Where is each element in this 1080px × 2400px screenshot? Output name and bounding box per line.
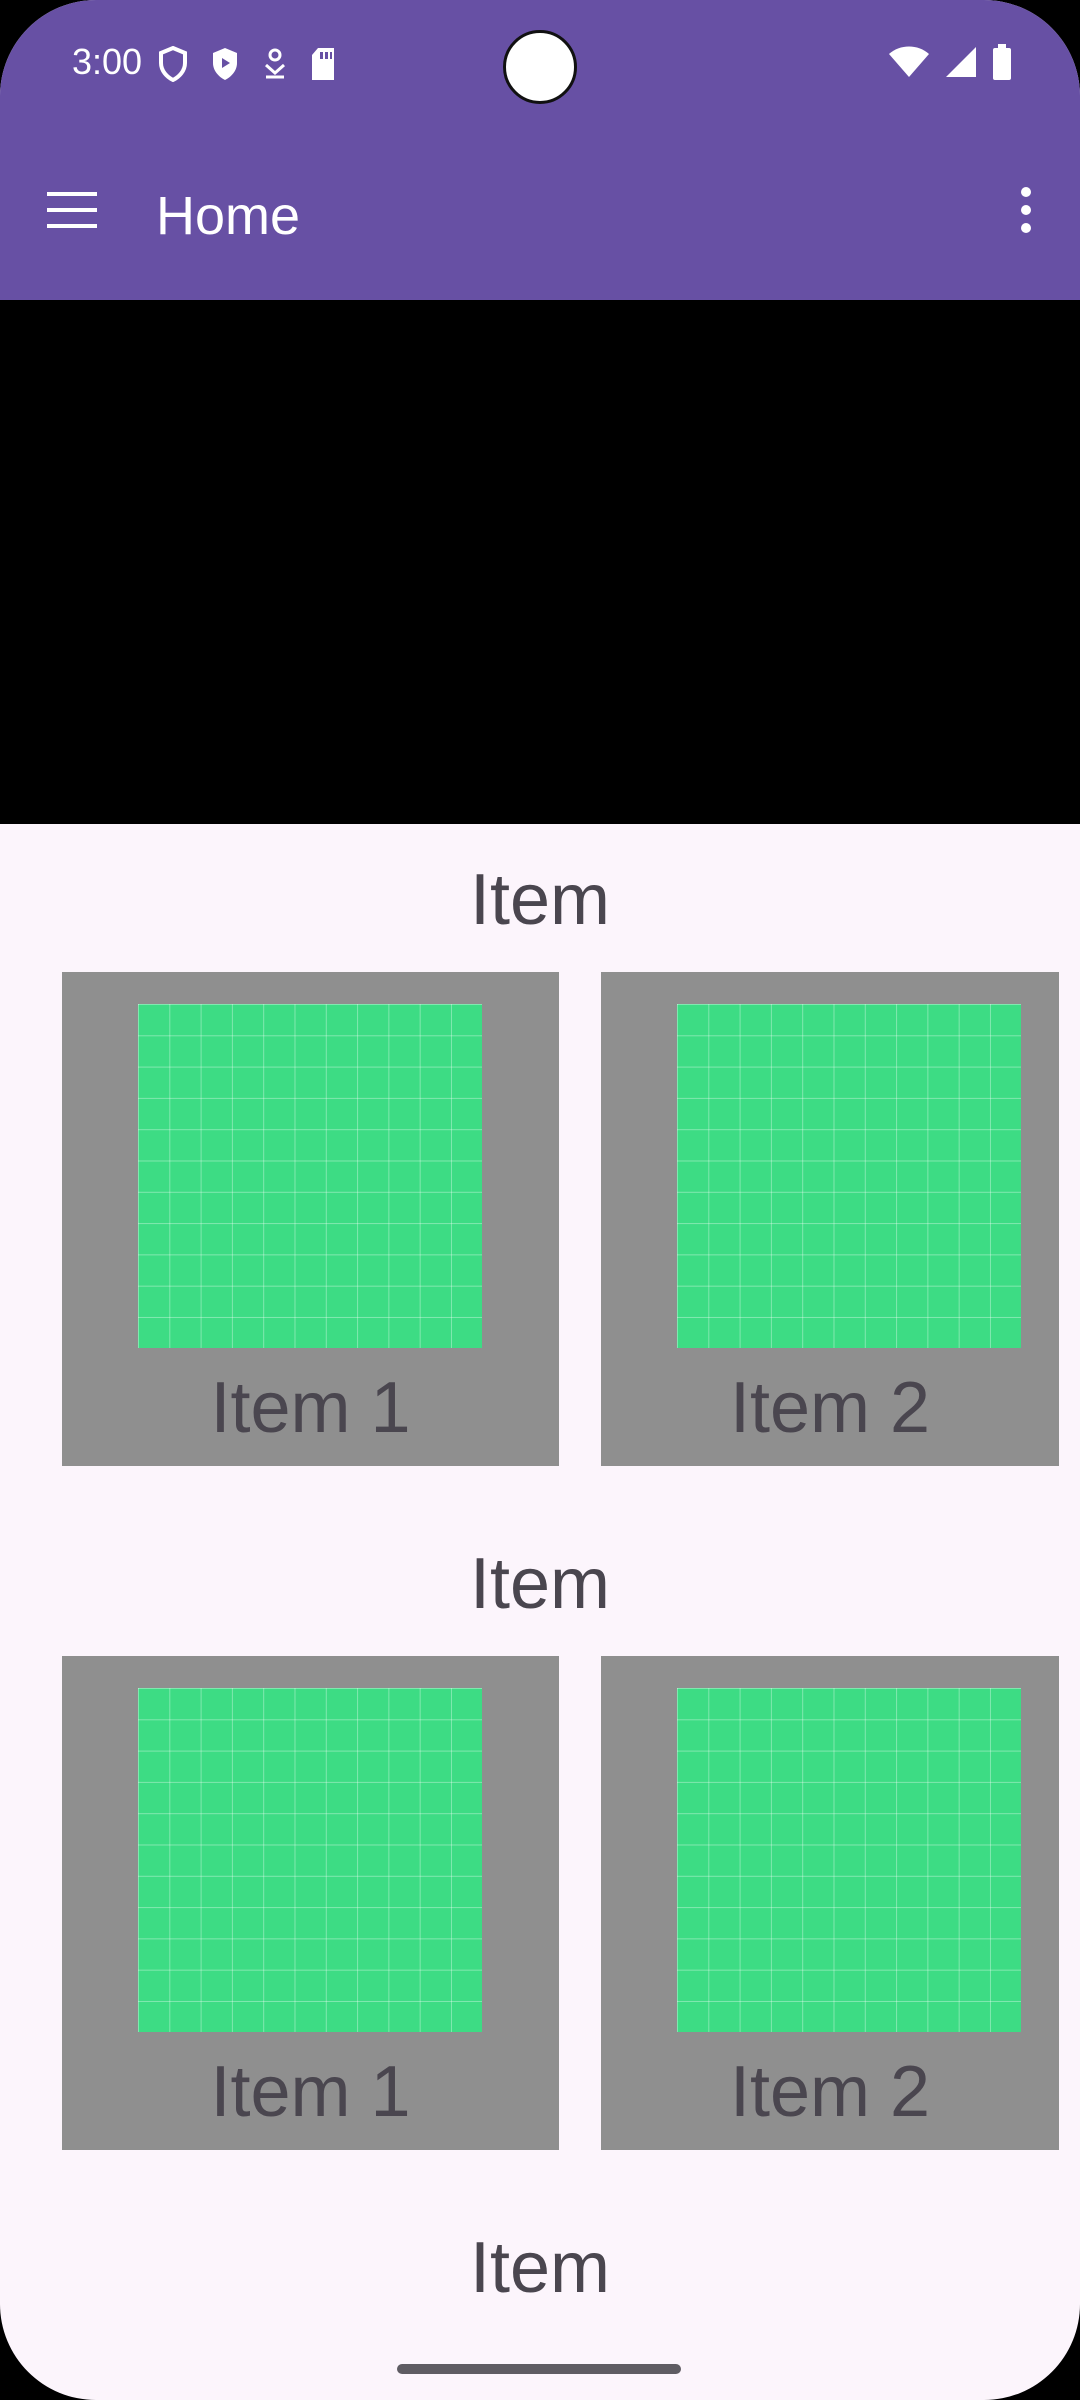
phone-screen: 3:00 Home Item Item 1 Item 2 Item Item 1… xyxy=(0,0,1080,2400)
section-title: Item xyxy=(469,860,611,940)
more-vert-icon xyxy=(1020,186,1032,238)
navigation-menu-button[interactable] xyxy=(36,176,108,248)
sd-card-icon xyxy=(310,48,336,85)
download-icon xyxy=(262,47,288,86)
overflow-menu-button[interactable] xyxy=(990,176,1062,248)
card-label: Item 2 xyxy=(729,1368,931,1448)
section-title: Item xyxy=(469,1544,611,1624)
section-title: Item xyxy=(469,2228,611,2308)
wifi-icon xyxy=(888,45,930,84)
image-placeholder xyxy=(138,1004,482,1348)
signal-icon xyxy=(944,45,978,84)
card-label: Item 1 xyxy=(210,1368,411,1448)
image-placeholder xyxy=(677,1004,1021,1348)
app-bar: Home xyxy=(0,132,1080,300)
gesture-navigation-handle[interactable] xyxy=(397,2364,681,2374)
media-banner xyxy=(0,300,1080,824)
front-camera xyxy=(503,30,577,104)
battery-icon xyxy=(992,44,1012,85)
status-icons-right xyxy=(888,44,1012,85)
grid-card-item-2[interactable]: Item 2 xyxy=(601,1656,1059,2150)
grid-card-item-2[interactable]: Item 2 xyxy=(601,972,1059,1466)
play-protect-icon xyxy=(210,46,240,87)
status-time: 3:00 xyxy=(72,41,143,82)
grid-card-item-1[interactable]: Item 1 xyxy=(62,1656,559,2150)
status-bar: 3:00 xyxy=(0,0,1080,132)
shield-icon xyxy=(158,45,188,87)
card-label: Item 2 xyxy=(729,2052,931,2132)
app-bar-title: Home xyxy=(156,186,301,246)
status-icons-left xyxy=(158,45,336,87)
image-placeholder xyxy=(677,1688,1021,2032)
card-label: Item 1 xyxy=(210,2052,411,2132)
grid-card-item-1[interactable]: Item 1 xyxy=(62,972,559,1466)
hamburger-menu-icon xyxy=(47,191,97,233)
image-placeholder xyxy=(138,1688,482,2032)
